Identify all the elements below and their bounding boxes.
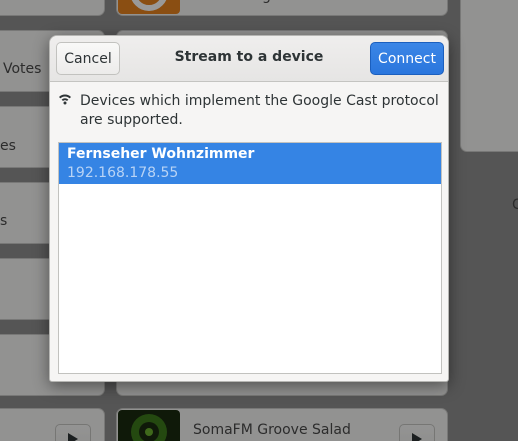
bg-partial-label: es (0, 138, 16, 154)
bg-votes-label: Votes (3, 61, 42, 77)
device-list[interactable]: Fernseher Wohnzimmer 192.168.178.55 (58, 142, 442, 374)
play-button[interactable] (399, 424, 435, 441)
device-address: 192.168.178.55 (67, 165, 179, 181)
wifi-signal-icon (58, 92, 72, 106)
bg-partial-label: g (262, 0, 271, 4)
dialog-headerbar: Cancel Stream to a device Connect (50, 36, 448, 82)
bg-card (0, 0, 105, 16)
connect-button[interactable]: Connect (370, 42, 444, 75)
device-row[interactable]: Fernseher Wohnzimmer 192.168.178.55 (59, 143, 441, 184)
bg-station-name: SomaFM Groove Salad (193, 422, 351, 438)
info-text: Devices which implement the Google Cast … (80, 93, 439, 128)
bg-partial-label: C (512, 197, 518, 213)
play-icon (68, 433, 78, 441)
play-icon (412, 433, 422, 441)
bg-partial-label: s (0, 213, 8, 229)
stream-dialog: Cancel Stream to a device Connect Device… (49, 35, 449, 382)
station-thumbnail (118, 0, 180, 14)
station-thumbnail (118, 410, 180, 441)
bg-side-panel (460, 0, 518, 152)
play-button[interactable] (55, 424, 91, 441)
device-name: Fernseher Wohnzimmer (67, 146, 255, 162)
